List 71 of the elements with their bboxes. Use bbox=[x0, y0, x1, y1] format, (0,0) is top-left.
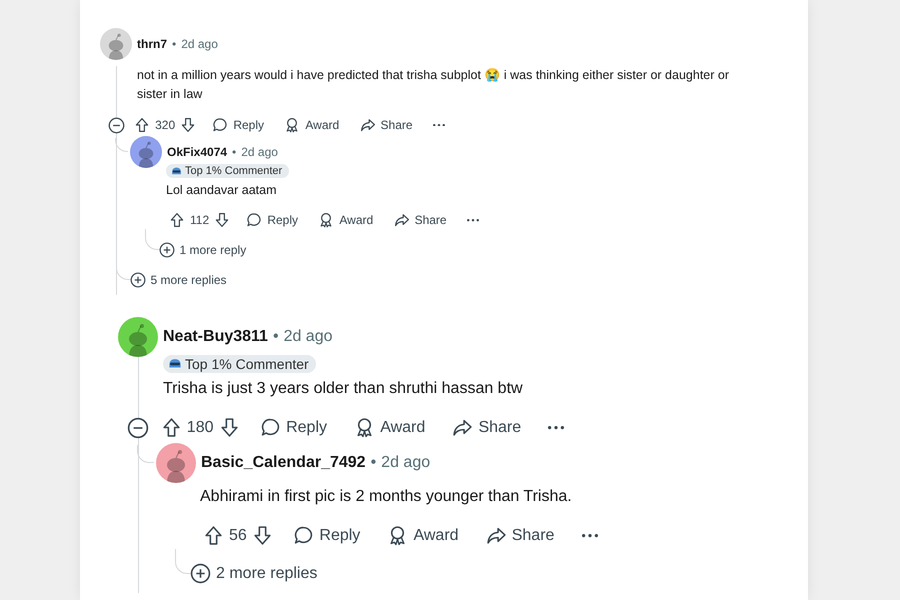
user-avatar[interactable] bbox=[118, 317, 158, 357]
share-icon bbox=[452, 417, 474, 438]
username[interactable]: OkFix4074 bbox=[167, 145, 228, 160]
more-icon bbox=[432, 124, 445, 126]
username[interactable]: Basic_Calendar_7492 bbox=[201, 454, 366, 472]
reply-icon bbox=[212, 117, 228, 134]
collapse-button[interactable] bbox=[127, 416, 149, 439]
comment-text: not in a million years would i have predicted that trisha subplot 😭 i was thinking either sister or daughter or sister in law bbox=[137, 67, 730, 104]
reply-button[interactable]: Reply bbox=[250, 410, 337, 446]
reply-icon bbox=[246, 212, 262, 228]
expand-icon bbox=[130, 272, 146, 288]
expand-icon bbox=[190, 563, 211, 584]
award-button[interactable]: Award bbox=[277, 111, 346, 140]
commenter-badge: Top 1% Commenter bbox=[166, 164, 290, 178]
reply-button[interactable]: Reply bbox=[284, 518, 370, 554]
downvote-icon bbox=[180, 117, 196, 134]
separator-dot: • bbox=[272, 328, 279, 346]
comment-time: 2d ago bbox=[381, 454, 430, 472]
share-button[interactable]: Share bbox=[476, 518, 564, 554]
reply-icon bbox=[293, 525, 314, 546]
separator-dot: • bbox=[370, 454, 376, 472]
reply-button[interactable]: Reply bbox=[239, 206, 306, 234]
reply-icon bbox=[260, 417, 282, 438]
collapse-icon bbox=[127, 416, 149, 439]
award-button[interactable]: Award bbox=[378, 518, 468, 554]
award-icon bbox=[284, 117, 300, 134]
upvote-icon bbox=[134, 117, 150, 134]
user-avatar[interactable] bbox=[156, 442, 196, 483]
vote-count: 56 bbox=[228, 526, 248, 545]
comment-time: 2d ago bbox=[181, 37, 218, 51]
collapse-button[interactable] bbox=[108, 116, 124, 134]
more-replies-link[interactable]: 5 more replies bbox=[130, 266, 227, 294]
commenter-badge: Top 1% Commenter bbox=[163, 355, 316, 373]
share-icon bbox=[394, 212, 410, 228]
vote-count: 180 bbox=[186, 418, 214, 437]
upvote-icon bbox=[169, 212, 185, 228]
upvote-icon bbox=[203, 525, 224, 546]
separator-dot: • bbox=[232, 145, 236, 160]
expand-icon bbox=[158, 242, 174, 258]
username[interactable]: thrn7 bbox=[137, 37, 167, 51]
badge-icon bbox=[171, 166, 182, 177]
vote-count: 320 bbox=[154, 118, 176, 132]
share-button[interactable]: Share bbox=[386, 206, 454, 234]
more-replies-link[interactable]: 2 more replies bbox=[190, 556, 318, 592]
award-button[interactable]: Award bbox=[344, 410, 435, 446]
more-replies-link[interactable]: 1 more reply bbox=[158, 236, 246, 264]
share-button[interactable]: Share bbox=[352, 111, 420, 140]
comment-text: Trisha is just 3 years older than shruthi hassan btw bbox=[163, 379, 524, 399]
user-avatar[interactable] bbox=[130, 136, 162, 168]
award-button[interactable]: Award bbox=[311, 206, 380, 234]
reply-button[interactable]: Reply bbox=[205, 111, 272, 140]
comment-time: 2d ago bbox=[284, 328, 332, 346]
comment-text: Abhirami in first pic is 2 months younger than Trisha. bbox=[200, 486, 573, 507]
more-icon bbox=[582, 534, 598, 538]
downvote-icon bbox=[252, 525, 273, 546]
upvote-icon bbox=[160, 417, 182, 438]
share-icon bbox=[486, 525, 507, 546]
more-icon bbox=[466, 219, 479, 222]
more-icon bbox=[548, 426, 564, 430]
award-icon bbox=[318, 212, 334, 228]
collapse-icon bbox=[108, 116, 124, 134]
share-icon bbox=[360, 117, 376, 134]
username[interactable]: Neat-Buy3811 bbox=[163, 328, 268, 346]
share-button[interactable]: Share bbox=[442, 410, 531, 446]
downvote-icon bbox=[214, 212, 230, 228]
downvote-icon bbox=[218, 417, 240, 438]
comment-time: 2d ago bbox=[241, 145, 278, 160]
user-avatar[interactable] bbox=[100, 28, 132, 60]
vote-count: 112 bbox=[189, 213, 210, 228]
comment-text: Lol aandavar aatam bbox=[166, 182, 278, 199]
separator-dot: • bbox=[172, 37, 176, 51]
